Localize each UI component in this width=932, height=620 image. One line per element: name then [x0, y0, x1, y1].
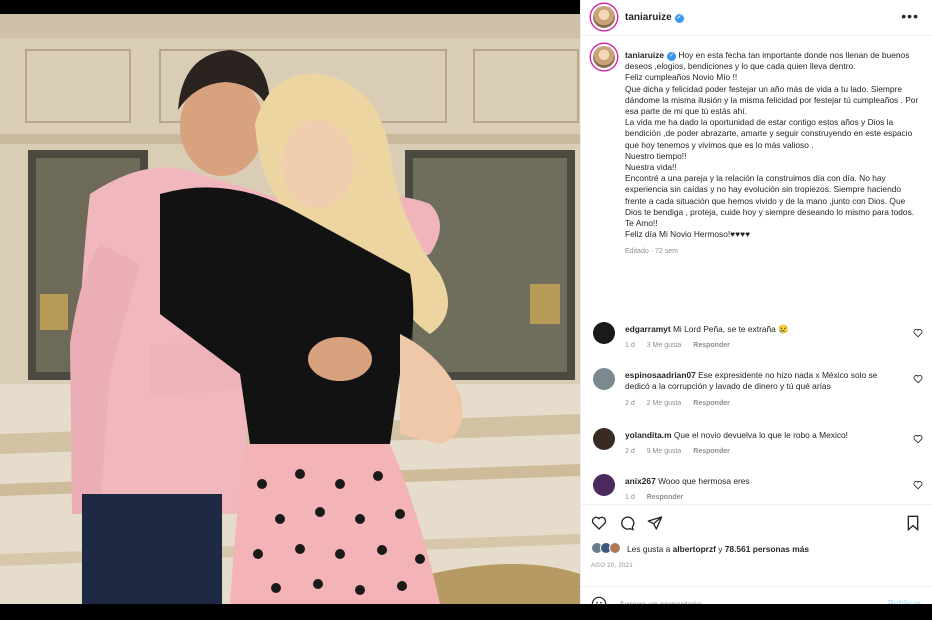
comment-time: 1 d [625, 342, 635, 349]
author-username-row[interactable]: taniaruize ✓ [625, 12, 684, 23]
like-heart-icon[interactable] [591, 515, 607, 531]
comment-likes[interactable]: 3 Me gusta [647, 342, 682, 349]
comment-text: espinosaadrian07 Ese expresidente no hiz… [625, 370, 895, 392]
heart-icon[interactable] [913, 374, 923, 384]
liker-avatar [609, 542, 621, 554]
caption-text-line: Nuestra vida!! [625, 162, 677, 173]
heart-icon[interactable] [913, 434, 923, 444]
verified-badge-icon: ✓ [674, 14, 684, 23]
comment-item: anix267 Wooo que hermosa eres 1 d Respon… [593, 474, 923, 504]
reply-button[interactable]: Responder [647, 494, 684, 501]
comment-text: yolandita.m Que el novio devuelva lo que… [625, 430, 895, 441]
verified-badge-icon: ✓ [667, 52, 677, 61]
caption-body: taniaruize ✓ Hoy en esta fecha tan import… [625, 50, 921, 258]
comment-body: Que el novio devuelva lo que le robo a M… [673, 430, 848, 440]
heart-icon[interactable] [913, 328, 923, 338]
caption-text-line: La vida me ha dado la oportunidad de est… [625, 117, 913, 150]
author-username[interactable]: taniaruize [625, 12, 672, 23]
caption-text-line: Que dicha y felicidad poder festejar un … [625, 83, 919, 117]
likes-count[interactable]: 78.561 personas más [725, 544, 809, 554]
bookmark-icon[interactable] [905, 515, 921, 531]
caption-text-line: Nuestro tiempo!! [625, 150, 687, 161]
comment-meta: 2 d 2 Me gusta Responder [625, 400, 740, 407]
reply-button[interactable]: Responder [693, 448, 730, 455]
comment-username[interactable]: espinosaadrian07 [625, 370, 696, 380]
comment-meta: 1 d Responder [625, 494, 693, 501]
likes-text[interactable]: Les gusta a albertoprzf y 78.561 persona… [627, 544, 809, 554]
caption-meta: Editado · 72 sem [625, 248, 678, 256]
comment-time: 2 d [625, 400, 635, 407]
comment-time: 2 d [625, 448, 635, 455]
comment-avatar[interactable] [593, 322, 615, 344]
likes-connector: y [718, 544, 723, 554]
comment-text: edgarramyt Mi Lord Peña, se te extraña 😢 [625, 324, 895, 335]
liker-username[interactable]: albertoprzf [673, 544, 716, 554]
comment-avatar[interactable] [593, 428, 615, 450]
caption-username[interactable]: taniaruize [625, 50, 664, 60]
reply-button[interactable]: Responder [693, 400, 730, 407]
bottom-black-bar [0, 604, 932, 620]
caption-text-line: Feliz día Mi Novio Hermoso!♥♥♥♥ [625, 229, 751, 240]
comment-likes[interactable]: 2 Me gusta [647, 400, 682, 407]
caption-text-line: Feliz cumpleaños Novio Mío !! [625, 72, 738, 83]
comment-username[interactable]: anix267 [625, 476, 656, 486]
comment-username[interactable]: yolandita.m [625, 430, 672, 440]
comment-body: Wooo que hermosa eres [658, 476, 750, 486]
comment-avatar[interactable] [593, 368, 615, 390]
comment-likes[interactable]: 9 Me gusta [647, 448, 682, 455]
caption-text-line: Encontré a una pareja y la relación la c… [625, 173, 915, 229]
reply-button[interactable]: Responder [693, 342, 730, 349]
comment-avatar[interactable] [593, 474, 615, 496]
author-avatar[interactable] [591, 4, 617, 30]
share-paper-plane-icon[interactable] [647, 515, 663, 531]
comment-username[interactable]: edgarramyt [625, 324, 671, 334]
action-bar [581, 504, 932, 538]
comment-bubble-icon[interactable] [619, 515, 635, 531]
comment-time: 1 d [625, 494, 635, 501]
post-details-panel: taniaruize ✓ ••• taniaruize ✓ Hoy en esta … [580, 0, 932, 620]
likes-prefix: Les gusta a [627, 544, 671, 554]
more-horizontal-icon[interactable]: ••• [901, 8, 919, 24]
caption-avatar[interactable] [591, 44, 617, 70]
post-photo [0, 14, 580, 604]
heart-icon[interactable] [913, 480, 923, 490]
comment-meta: 2 d 9 Me gusta Responder [625, 448, 740, 455]
post-date: AGO 20, 2021 [591, 563, 633, 569]
comment-meta: 1 d 3 Me gusta Responder [625, 342, 740, 349]
comment-body: Mi Lord Peña, se te extraña 😢 [672, 324, 789, 334]
likes-row: Les gusta a albertoprzf y 78.561 persona… [591, 542, 931, 558]
comment-text: anix267 Wooo que hermosa eres [625, 476, 895, 487]
post-header: taniaruize ✓ ••• [581, 0, 932, 36]
